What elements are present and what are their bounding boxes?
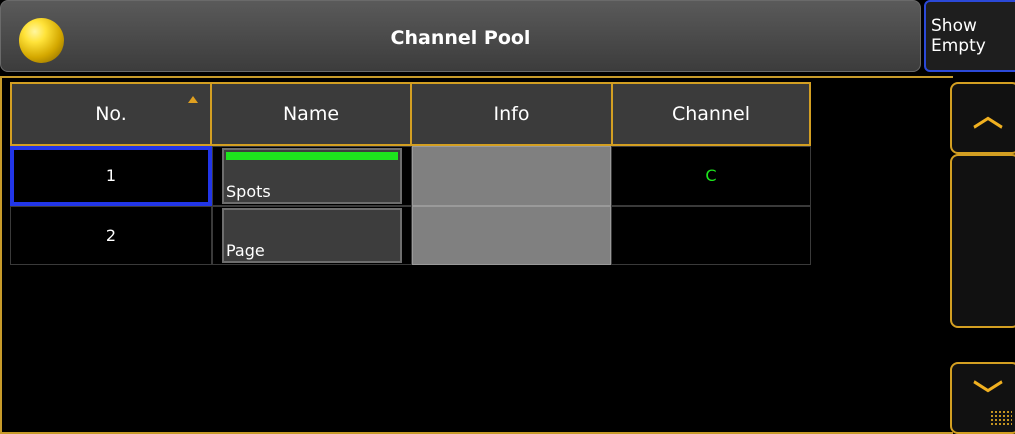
row-2-name-label: Page bbox=[226, 241, 265, 260]
table-row-1-no[interactable]: 1 bbox=[10, 146, 212, 206]
window-title: Channel Pool bbox=[390, 27, 531, 49]
title-bar: Channel Pool bbox=[0, 0, 921, 72]
show-empty-button[interactable]: Show Empty bbox=[924, 0, 1015, 72]
row-1-channel-cell[interactable]: C bbox=[611, 146, 811, 206]
scroll-down-button[interactable]: ﹀ bbox=[950, 362, 1015, 434]
row-1-info-cell[interactable] bbox=[412, 146, 611, 206]
scroll-column: ︿ ﹀ bbox=[950, 82, 1015, 434]
scrollbar-track[interactable] bbox=[950, 154, 1015, 328]
chevron-down-icon: ﹀ bbox=[973, 379, 1003, 414]
row-1-name-button[interactable]: Spots bbox=[222, 148, 402, 204]
column-header-name-label: Name bbox=[282, 103, 340, 125]
scroll-up-button[interactable]: ︿ bbox=[950, 82, 1015, 154]
row-2-channel-cell[interactable] bbox=[611, 206, 811, 265]
show-empty-line1: Show bbox=[931, 16, 977, 36]
column-header-info-label: Info bbox=[493, 103, 530, 125]
column-header-channel[interactable]: Channel bbox=[611, 82, 811, 146]
row-2-info-cell[interactable] bbox=[412, 206, 611, 265]
channel-color-bar bbox=[226, 152, 398, 160]
row-1-no-value: 1 bbox=[105, 166, 117, 185]
row-1-name-label: Spots bbox=[226, 182, 271, 201]
column-header-no[interactable]: No. bbox=[10, 82, 212, 146]
column-header-channel-label: Channel bbox=[671, 103, 750, 125]
sort-ascending-icon bbox=[188, 96, 198, 103]
resize-grip-icon[interactable] bbox=[990, 410, 1012, 426]
table-row-2-no[interactable]: 2 bbox=[10, 206, 212, 265]
column-header-no-label: No. bbox=[95, 103, 127, 125]
row-2-no-value: 2 bbox=[105, 226, 117, 245]
chevron-up-icon: ︿ bbox=[973, 99, 1003, 134]
column-header-info[interactable]: Info bbox=[410, 82, 613, 146]
column-header-name[interactable]: Name bbox=[210, 82, 412, 146]
row-2-name-button[interactable]: Page bbox=[222, 208, 402, 263]
row-1-channel-value: C bbox=[705, 166, 717, 185]
show-empty-line2: Empty bbox=[931, 36, 986, 56]
